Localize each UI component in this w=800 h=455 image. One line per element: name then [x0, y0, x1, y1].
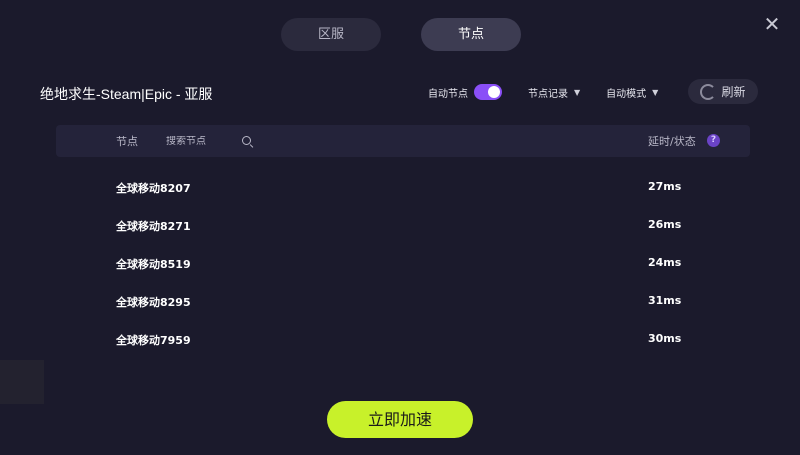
table-row[interactable]: 全球移动8207 27ms: [56, 167, 750, 205]
auto-mode-label: 自动模式: [606, 88, 647, 100]
tab-node[interactable]: 节点: [421, 18, 521, 51]
node-latency: 27ms: [648, 180, 682, 193]
node-history-dropdown[interactable]: 节点记录 ▼: [528, 85, 580, 100]
game-title: 绝地求生-Steam|Epic - 亚服: [40, 86, 213, 102]
node-search: [166, 135, 252, 147]
table-row[interactable]: 全球移动8271 26ms: [56, 205, 750, 243]
help-icon[interactable]: ?: [707, 134, 720, 147]
node-latency: 24ms: [648, 256, 682, 269]
auto-node-label: 自动节点: [428, 88, 468, 100]
node-name: 全球移动7959: [116, 334, 191, 347]
node-history-label: 节点记录: [528, 88, 568, 100]
node-name: 全球移动8207: [116, 182, 191, 195]
close-icon[interactable]: ✕: [760, 12, 784, 36]
toggle-switch[interactable]: [474, 84, 502, 100]
node-name: 全球移动8519: [116, 258, 191, 271]
table-row[interactable]: 全球移动7959 30ms: [56, 319, 750, 357]
tab-server[interactable]: 区服: [281, 18, 381, 51]
column-latency-status: 延时/状态: [648, 135, 696, 148]
node-name: 全球移动8271: [116, 220, 191, 233]
node-latency: 30ms: [648, 332, 682, 345]
tab-bar: 区服 节点: [281, 18, 521, 51]
search-input[interactable]: [166, 135, 236, 147]
caret-down-icon: ▼: [652, 87, 659, 97]
accelerate-button[interactable]: 立即加速: [327, 401, 473, 438]
node-latency: 31ms: [648, 294, 682, 307]
refresh-label: 刷新: [721, 85, 746, 99]
table-row[interactable]: 全球移动8519 24ms: [56, 243, 750, 281]
node-name: 全球移动8295: [116, 296, 191, 309]
caret-down-icon: ▼: [574, 87, 581, 97]
auto-mode-dropdown[interactable]: 自动模式 ▼: [606, 85, 658, 100]
node-latency: 26ms: [648, 218, 682, 231]
auto-node-toggle[interactable]: 自动节点: [428, 84, 502, 100]
search-icon[interactable]: [242, 136, 252, 146]
refresh-icon: [700, 83, 717, 100]
list-fade: [56, 360, 750, 382]
table-row[interactable]: 全球移动8295 31ms: [56, 281, 750, 319]
column-node: 节点: [116, 135, 138, 148]
node-table: 节点 延时/状态 ? 全球移动8207 27ms 全球移动8271 26ms 全…: [56, 125, 750, 373]
refresh-button[interactable]: 刷新: [688, 79, 758, 104]
table-header: 节点 延时/状态 ?: [56, 125, 750, 157]
node-controls: 自动节点 节点记录 ▼ 自动模式 ▼: [428, 80, 658, 104]
